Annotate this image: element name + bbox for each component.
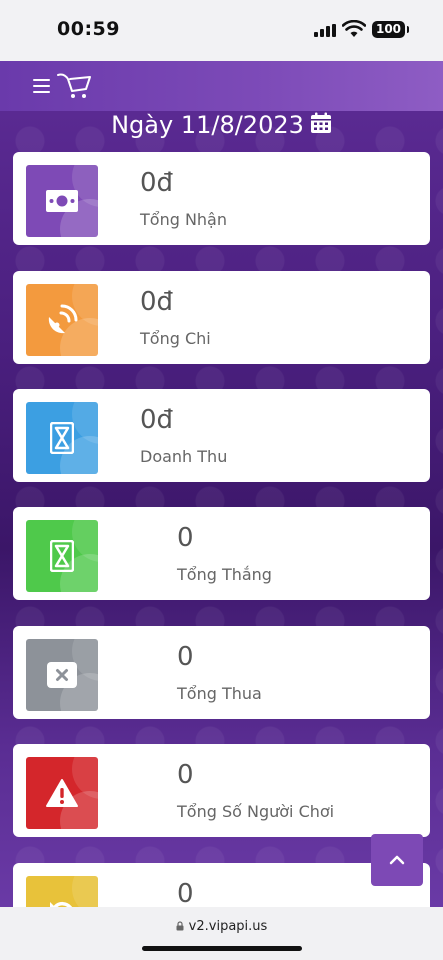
cart-icon[interactable] (56, 71, 92, 99)
url-text: v2.vipapi.us (188, 919, 268, 934)
stat-icon-box (26, 639, 98, 711)
stat-card-tong-so-nguoi-choi[interactable]: 0 Tổng Số Người Chơi (13, 744, 430, 837)
chevron-up-icon (389, 855, 405, 865)
dashboard-content: Ngày 11/8/2023 0đ Tổng Nhận 0đ Tổng Chi … (0, 111, 443, 907)
home-indicator[interactable] (142, 946, 302, 951)
stat-value: 0 (177, 523, 194, 553)
stat-card-tong-thua[interactable]: 0 Tổng Thua (13, 626, 430, 719)
stat-label: Tổng Nhận (140, 210, 227, 229)
stat-value: 0đ (140, 168, 174, 198)
hourglass-icon (50, 540, 74, 572)
stat-icon-box (26, 520, 98, 592)
close-box-icon (47, 662, 77, 688)
stat-label: Tổng Thắng (177, 565, 272, 584)
hourglass-icon (50, 422, 74, 454)
status-bar: 00:59 100 (0, 0, 443, 61)
stat-icon-box (26, 876, 98, 907)
undo-icon (50, 901, 73, 907)
stat-card-tong-thang[interactable]: 0 Tổng Thắng (13, 507, 430, 600)
stat-value: 0 (177, 879, 194, 907)
stat-icon-box (26, 402, 98, 474)
battery-indicator: 100 (372, 21, 409, 38)
stat-icon-box (26, 165, 98, 237)
date-title: Ngày 11/8/2023 (111, 111, 304, 139)
stat-card-partial[interactable]: 0 (13, 863, 430, 907)
stat-label: Tổng Thua (177, 684, 262, 703)
stat-card-doanh-thu[interactable]: 0đ Doanh Thu (13, 389, 430, 482)
browser-url-bar[interactable]: v2.vipapi.us (0, 907, 443, 960)
stat-card-tong-chi[interactable]: 0đ Tổng Chi (13, 271, 430, 364)
top-navbar (0, 61, 443, 111)
scroll-to-top-button[interactable] (371, 834, 423, 886)
warning-icon (46, 779, 78, 807)
stat-value: 0đ (140, 287, 174, 317)
signal-icon (314, 24, 336, 37)
satellite-dish-icon (48, 304, 78, 334)
stat-label: Tổng Số Người Chơi (177, 802, 335, 821)
stat-value: 0đ (140, 405, 174, 435)
stat-card-tong-nhan[interactable]: 0đ Tổng Nhận (13, 152, 430, 245)
wifi-icon (342, 20, 366, 37)
stat-value: 0 (177, 642, 194, 672)
calendar-icon[interactable] (310, 112, 332, 134)
date-header: Ngày 11/8/2023 (0, 111, 443, 139)
url-display[interactable]: v2.vipapi.us (0, 919, 443, 934)
status-time: 00:59 (57, 18, 120, 40)
stat-label: Tổng Chi (140, 329, 211, 348)
lock-icon (176, 921, 184, 931)
stat-value: 0 (177, 760, 194, 790)
hamburger-icon[interactable] (33, 79, 50, 93)
stat-label: Doanh Thu (140, 447, 228, 466)
stat-icon-box (26, 757, 98, 829)
money-icon (46, 190, 78, 212)
stat-icon-box (26, 284, 98, 356)
